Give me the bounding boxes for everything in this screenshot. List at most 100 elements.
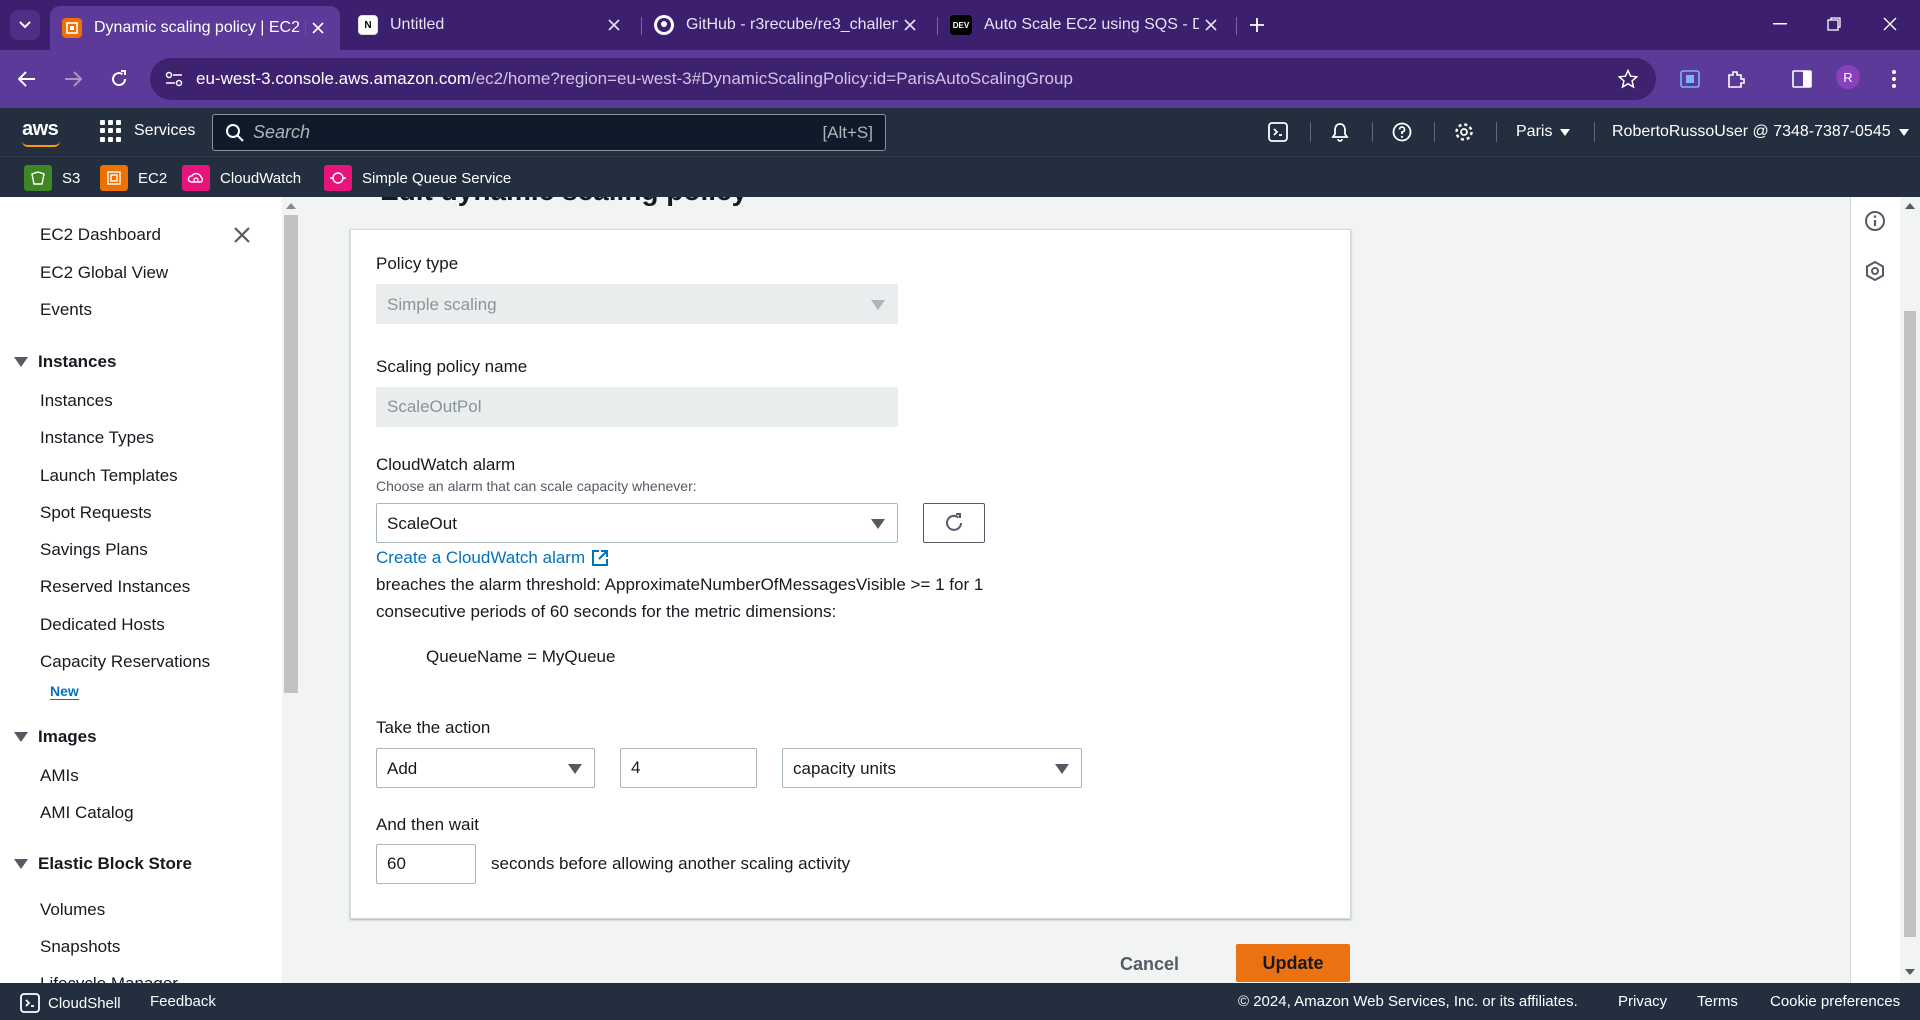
account-menu[interactable]: RobertoRussoUser @ 7348-7387-0545 <box>1612 123 1909 141</box>
console-search[interactable]: [Alt+S] <box>212 114 886 151</box>
profile-avatar[interactable]: R <box>1836 65 1860 89</box>
nav-ami-catalog[interactable]: AMI Catalog <box>40 803 134 823</box>
scroll-up-arrow-icon[interactable] <box>1905 203 1915 209</box>
action-amount-input[interactable] <box>620 748 757 788</box>
main-scrollbar[interactable] <box>1900 197 1920 983</box>
new-tab-button[interactable] <box>1244 12 1270 38</box>
cookie-preferences-link[interactable]: Cookie preferences <box>1770 993 1900 1010</box>
nav-instances[interactable]: Instances <box>40 391 113 411</box>
tab-untitled[interactable]: N Untitled <box>346 7 636 43</box>
bell-icon[interactable] <box>1328 120 1352 144</box>
url-path: /ec2/home?region=eu-west-3#DynamicScalin… <box>470 69 1073 88</box>
nav-reserved-instances[interactable]: Reserved Instances <box>40 577 190 597</box>
aws-smile-logo-mark <box>22 141 60 147</box>
account-label: RobertoRussoUser @ 7348-7387-0545 <box>1612 123 1891 140</box>
search-input[interactable] <box>253 122 753 143</box>
nav-savings-plans[interactable]: Savings Plans <box>40 540 148 560</box>
tab-search-button[interactable] <box>10 10 40 40</box>
console-footer: CloudShell Feedback © 2024, Amazon Web S… <box>0 983 1920 1020</box>
tab-dev-article[interactable]: DEV Auto Scale EC2 using SQS - DEV <box>938 7 1233 43</box>
info-panel-icon[interactable] <box>1863 209 1887 233</box>
nav-amis[interactable]: AMIs <box>40 766 79 786</box>
close-tab-icon[interactable] <box>898 13 922 37</box>
close-window-button[interactable] <box>1872 8 1908 40</box>
caret-down-icon <box>1055 764 1069 774</box>
nav-spot-requests[interactable]: Spot Requests <box>40 503 152 523</box>
nav-volumes[interactable]: Volumes <box>40 900 105 920</box>
header-divider <box>1496 122 1497 142</box>
close-tab-icon[interactable] <box>1199 13 1223 37</box>
sidenav-scrollbar[interactable] <box>282 197 300 983</box>
nav-instance-types[interactable]: Instance Types <box>40 428 154 448</box>
scroll-down-arrow-icon[interactable] <box>1905 969 1915 975</box>
close-tab-icon[interactable] <box>306 16 330 40</box>
back-button[interactable] <box>12 64 42 94</box>
github-icon <box>654 15 674 35</box>
caret-down-icon <box>871 519 885 529</box>
terms-link[interactable]: Terms <box>1697 993 1738 1010</box>
update-button[interactable]: Update <box>1236 944 1350 982</box>
cloudwatch-alarm-hint: Choose an alarm that can scale capacity … <box>376 478 697 494</box>
nav-section-ebs[interactable]: Elastic Block Store <box>14 854 192 874</box>
nav-capacity-reservations[interactable]: Capacity Reservations <box>40 652 210 672</box>
refresh-alarms-button[interactable] <box>923 503 985 543</box>
nav-lifecycle-manager[interactable]: Lifecycle Manager <box>40 974 178 983</box>
nav-section-instances[interactable]: Instances <box>14 352 116 372</box>
refresh-icon <box>946 513 962 531</box>
extensions-icon[interactable] <box>1722 65 1750 93</box>
favorite-ec2[interactable]: EC2 <box>100 165 167 191</box>
cloudwatch-alarm-select[interactable]: ScaleOut <box>376 503 898 543</box>
cloudshell-footer-button[interactable]: CloudShell <box>20 993 121 1013</box>
reload-button[interactable] <box>104 64 134 94</box>
bookmark-star-icon[interactable] <box>1616 67 1640 91</box>
tab-separator <box>1236 17 1237 35</box>
nav-snapshots[interactable]: Snapshots <box>40 937 120 957</box>
cancel-button[interactable]: Cancel <box>1120 954 1179 975</box>
url-text[interactable]: eu-west-3.console.aws.amazon.com/ec2/hom… <box>196 69 1073 89</box>
help-icon[interactable] <box>1390 120 1414 144</box>
nav-ec2-global-view[interactable]: EC2 Global View <box>40 263 168 283</box>
scroll-up-arrow-icon[interactable] <box>286 203 296 209</box>
nav-section-images[interactable]: Images <box>14 727 97 747</box>
site-info-icon[interactable] <box>162 67 186 91</box>
create-cloudwatch-alarm-link[interactable]: Create a CloudWatch alarm <box>376 548 609 568</box>
nav-events[interactable]: Events <box>40 300 92 320</box>
cooldown-input[interactable] <box>376 844 476 884</box>
policy-name-input <box>376 387 898 427</box>
services-menu-button[interactable]: Services <box>100 120 195 142</box>
privacy-link[interactable]: Privacy <box>1618 993 1667 1010</box>
minimize-button[interactable] <box>1762 8 1798 40</box>
scrollbar-thumb[interactable] <box>284 215 298 693</box>
section-label: Images <box>38 727 97 746</box>
hexagon-tools-icon[interactable] <box>1863 259 1887 283</box>
tab-github[interactable]: GitHub - r3recube/re3_challeng <box>642 7 932 43</box>
restore-button[interactable] <box>1816 8 1852 40</box>
main-content: Edit dynamic scaling policy Policy type … <box>300 197 1850 983</box>
side-panel-icon[interactable] <box>1788 65 1816 93</box>
favorite-s3[interactable]: S3 <box>24 165 80 191</box>
services-label: Services <box>134 122 196 139</box>
cloudshell-icon[interactable] <box>1266 120 1290 144</box>
nav-ec2-dashboard[interactable]: EC2 Dashboard <box>40 225 161 245</box>
address-bar[interactable]: eu-west-3.console.aws.amazon.com/ec2/hom… <box>150 58 1656 100</box>
favorite-sqs[interactable]: Simple Queue Service <box>324 165 511 191</box>
caret-down-icon <box>14 859 28 869</box>
aws-logo[interactable]: aws <box>22 118 59 141</box>
feedback-link[interactable]: Feedback <box>150 993 216 1010</box>
screen-capture-icon[interactable] <box>1676 65 1704 93</box>
action-unit-select[interactable]: capacity units <box>782 748 1082 788</box>
close-nav-icon[interactable] <box>230 223 254 247</box>
nav-dedicated-hosts[interactable]: Dedicated Hosts <box>40 615 165 635</box>
tab-ec2-scaling[interactable]: Dynamic scaling policy | EC2 | eu <box>50 6 340 50</box>
scrollbar-thumb[interactable] <box>1904 311 1916 937</box>
close-tab-icon[interactable] <box>602 13 626 37</box>
header-divider <box>1372 122 1373 142</box>
region-selector[interactable]: Paris <box>1516 123 1571 141</box>
gear-icon[interactable] <box>1452 120 1476 144</box>
action-type-select[interactable]: Add <box>376 748 595 788</box>
favorite-cloudwatch[interactable]: CloudWatch <box>182 165 301 191</box>
forward-button[interactable] <box>58 64 88 94</box>
link-label: Create a CloudWatch alarm <box>376 548 586 567</box>
menu-kebab-icon[interactable] <box>1880 65 1908 93</box>
nav-launch-templates[interactable]: Launch Templates <box>40 466 178 486</box>
